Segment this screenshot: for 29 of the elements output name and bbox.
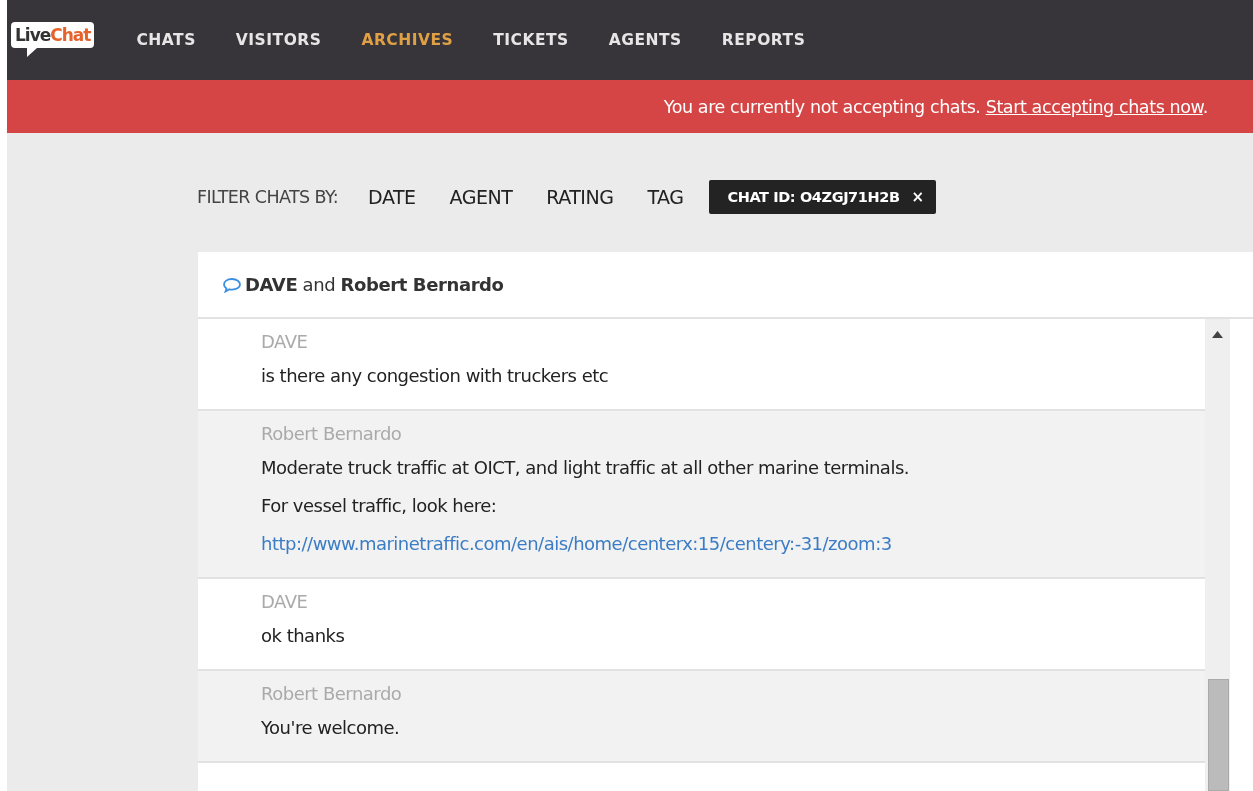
message-text: You're welcome. [261, 716, 401, 740]
nav-tab[interactable]: TICKETS [473, 20, 589, 60]
scroll-thumb[interactable] [1208, 679, 1229, 791]
message-text: ok thanks [261, 624, 346, 648]
start-accepting-link[interactable]: Start accepting chats now [985, 96, 1203, 117]
message-text: For vessel traffic, look here: [261, 494, 498, 518]
filter-option[interactable]: TAG [633, 186, 698, 208]
message-author: DAVE [261, 330, 309, 354]
message-link[interactable]: http://www.marinetraffic.com/en/ais/home/centerx:15/centery:-31/zoom:3 [261, 533, 892, 554]
nav-tab[interactable]: AGENTS [588, 20, 702, 60]
message-text: is there any congestion with truckers etc [261, 364, 610, 388]
filter-option[interactable]: DATE [354, 186, 430, 208]
scroll-up-icon[interactable] [1212, 331, 1223, 338]
banner-message: You are currently not accepting chats. Start accepting chats now. [663, 96, 1208, 117]
chat-bubble-icon [222, 276, 242, 293]
chat-title: DAVE and Robert Bernardo [245, 274, 504, 295]
chat-id-filter-chip[interactable]: CHAT ID: O4ZGJ71H2B × [709, 180, 936, 214]
message-author: Robert Bernardo [261, 682, 403, 706]
nav-tab[interactable]: VISITORS [215, 20, 342, 60]
nav-tab[interactable]: ARCHIVES [341, 20, 474, 60]
nav-tab[interactable]: CHATS [116, 20, 216, 60]
message-author: Robert Bernardo [261, 422, 403, 446]
scrollbar[interactable] [1205, 319, 1230, 791]
message-text: Moderate truck traffic at OICT, and light traffic at all other marine terminals. [261, 456, 910, 480]
filter-option[interactable]: RATING [532, 186, 628, 208]
filter-option[interactable]: AGENT [435, 186, 527, 208]
filter-label: FILTER CHATS BY: [197, 187, 339, 207]
message-author: DAVE [261, 590, 309, 614]
nav-tab[interactable]: REPORTS [701, 20, 826, 60]
